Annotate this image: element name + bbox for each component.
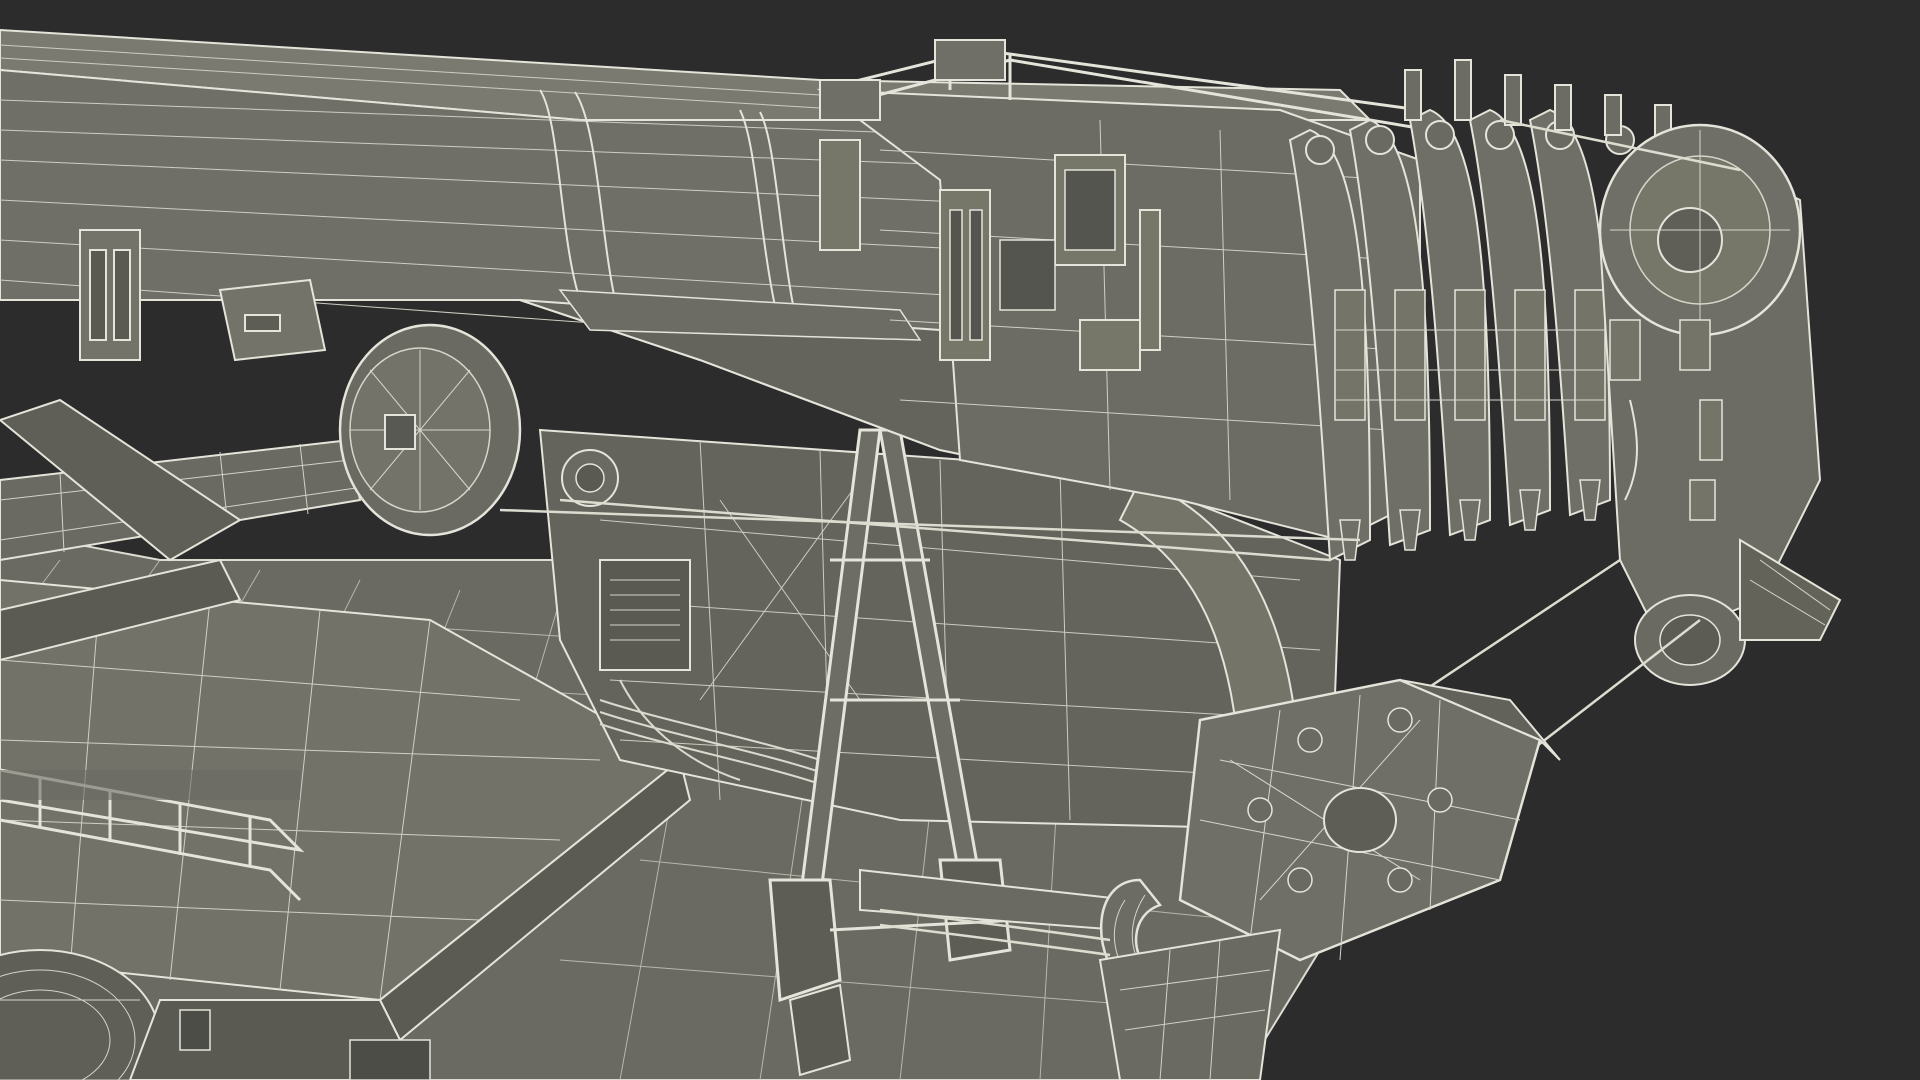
front-bumper (128, 999, 431, 1080)
wireframe-render-scene (0, 0, 1920, 1080)
control-box (599, 559, 691, 671)
ladder-panel (0, 770, 300, 800)
boom-pivot-hub (338, 323, 522, 537)
boom-bracket-left (79, 229, 141, 361)
cylinder-pin-inner (575, 463, 605, 493)
render-viewport (0, 0, 1920, 1080)
junction-box (218, 278, 327, 362)
